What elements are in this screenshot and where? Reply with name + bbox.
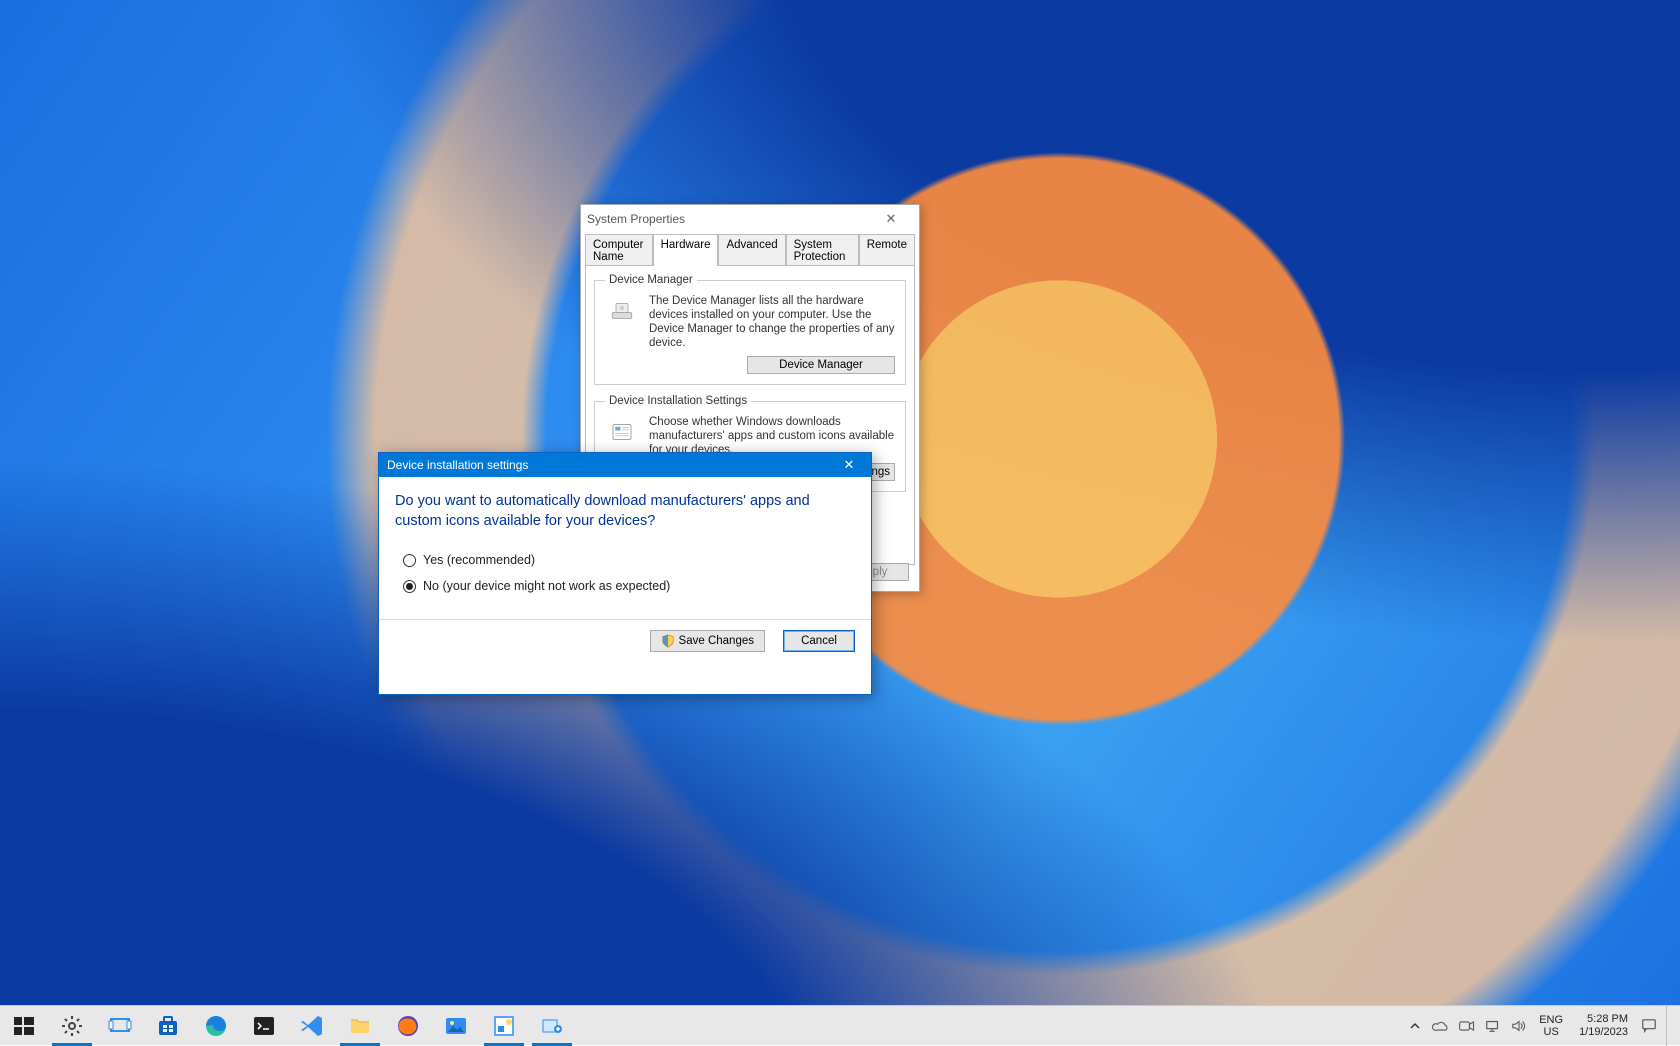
app-icon — [540, 1014, 564, 1038]
taskbar-app-2[interactable] — [528, 1006, 576, 1046]
tab-hardware[interactable]: Hardware — [653, 234, 719, 266]
network-icon — [1485, 1019, 1501, 1033]
device-installation-title: Device installation settings — [387, 458, 528, 472]
taskbar-photos[interactable] — [432, 1006, 480, 1046]
shield-icon — [661, 634, 675, 648]
device-manager-group: Device Manager The Device Manager lists … — [594, 274, 906, 385]
system-properties-tabs: Computer Name Hardware Advanced System P… — [581, 233, 919, 265]
device-manager-text: The Device Manager lists all the hardwar… — [649, 294, 895, 350]
radio-icon — [403, 580, 416, 593]
language-indicator[interactable]: ENG US — [1533, 1014, 1569, 1038]
action-center[interactable] — [1638, 1006, 1660, 1046]
taskbar-left — [0, 1006, 576, 1045]
taskbar: ENG US 5:28 PM 1/19/2023 — [0, 1005, 1680, 1045]
tab-remote[interactable]: Remote — [859, 234, 915, 266]
device-installation-legend: Device Installation Settings — [605, 395, 751, 407]
close-icon: ✕ — [844, 457, 855, 473]
windows-icon — [12, 1014, 36, 1038]
photos-icon — [444, 1014, 468, 1038]
taskbar-vscode[interactable] — [288, 1006, 336, 1046]
cancel-button[interactable]: Cancel — [783, 630, 855, 652]
gear-icon — [60, 1014, 84, 1038]
taskbar-terminal[interactable] — [240, 1006, 288, 1046]
language-bottom: US — [1544, 1026, 1559, 1038]
device-installation-icon — [605, 415, 639, 449]
taskbar-app-1[interactable] — [480, 1006, 528, 1046]
tray-meet-now[interactable] — [1455, 1006, 1479, 1046]
tab-advanced[interactable]: Advanced — [718, 234, 785, 266]
clock[interactable]: 5:28 PM 1/19/2023 — [1571, 1013, 1636, 1039]
taskbar-microsoft-store[interactable] — [144, 1006, 192, 1046]
terminal-icon — [252, 1014, 276, 1038]
taskbar-edge[interactable] — [192, 1006, 240, 1046]
meet-icon — [1458, 1019, 1476, 1033]
folder-icon — [348, 1014, 372, 1038]
tray-show-hidden[interactable] — [1403, 1006, 1427, 1046]
taskbar-firefox[interactable] — [384, 1006, 432, 1046]
radio-label-yes: Yes (recommended) — [423, 553, 535, 567]
task-view-icon — [108, 1014, 132, 1038]
language-top: ENG — [1539, 1014, 1563, 1026]
volume-icon — [1511, 1019, 1527, 1033]
app-icon — [492, 1014, 516, 1038]
radio-label-no: No (your device might not work as expect… — [423, 579, 670, 593]
store-icon — [156, 1014, 180, 1038]
device-installation-settings-window: Device installation settings ✕ Do you wa… — [378, 452, 872, 695]
taskbar-right: ENG US 5:28 PM 1/19/2023 — [1403, 1006, 1680, 1045]
device-installation-text: Choose whether Windows downloads manufac… — [649, 415, 895, 457]
device-manager-button[interactable]: Device Manager — [747, 356, 895, 374]
save-changes-label: Save Changes — [679, 635, 754, 647]
device-manager-icon — [605, 294, 639, 328]
close-button[interactable]: ✕ — [827, 453, 871, 477]
radio-option-no[interactable]: No (your device might not work as expect… — [403, 579, 855, 593]
tray-network[interactable] — [1481, 1006, 1505, 1046]
tray-onedrive[interactable] — [1429, 1006, 1453, 1046]
close-button[interactable]: ✕ — [869, 206, 913, 232]
start-button[interactable] — [0, 1006, 48, 1046]
clock-date: 1/19/2023 — [1579, 1026, 1628, 1039]
device-installation-heading: Do you want to automatically download ma… — [395, 491, 855, 531]
device-installation-footer: Save Changes Cancel — [379, 620, 871, 664]
system-properties-title: System Properties — [587, 212, 685, 226]
radio-option-yes[interactable]: Yes (recommended) — [403, 553, 855, 567]
device-manager-legend: Device Manager — [605, 274, 697, 286]
tab-computer-name[interactable]: Computer Name — [585, 234, 653, 266]
system-properties-titlebar[interactable]: System Properties ✕ — [581, 205, 919, 233]
radio-icon — [403, 554, 416, 567]
tray-volume[interactable] — [1507, 1006, 1531, 1046]
cloud-icon — [1432, 1019, 1450, 1033]
taskbar-file-explorer[interactable] — [336, 1006, 384, 1046]
taskbar-task-view[interactable] — [96, 1006, 144, 1046]
firefox-icon — [396, 1014, 420, 1038]
close-icon: ✕ — [886, 211, 897, 227]
show-desktop-button[interactable] — [1666, 1006, 1674, 1046]
vscode-icon — [300, 1014, 324, 1038]
notification-icon — [1641, 1018, 1657, 1034]
edge-icon — [204, 1014, 228, 1038]
save-changes-button[interactable]: Save Changes — [650, 630, 765, 652]
chevron-up-icon — [1409, 1020, 1421, 1032]
clock-time: 5:28 PM — [1587, 1013, 1628, 1026]
taskbar-settings[interactable] — [48, 1006, 96, 1046]
tab-system-protection[interactable]: System Protection — [786, 234, 859, 266]
device-installation-titlebar[interactable]: Device installation settings ✕ — [379, 453, 871, 477]
